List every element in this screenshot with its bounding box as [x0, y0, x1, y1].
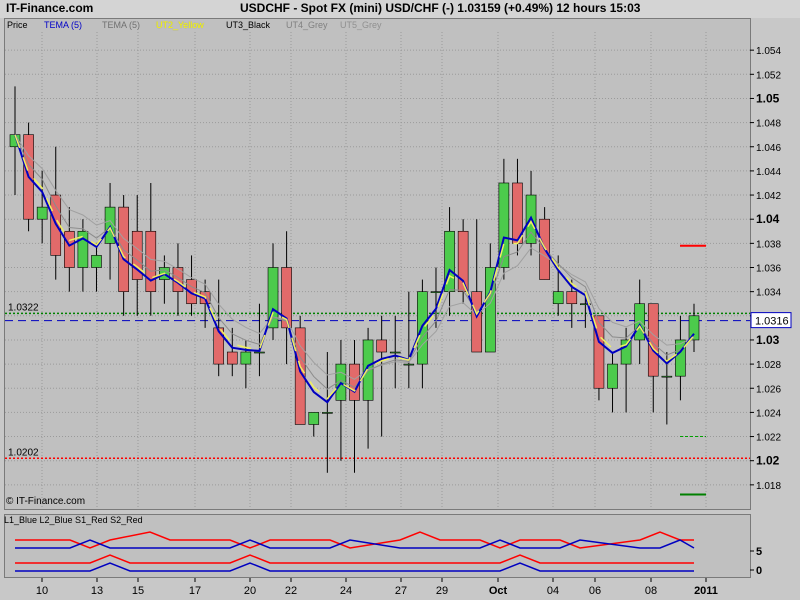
candle-body — [64, 230, 75, 268]
candle-body — [661, 375, 673, 378]
candle-body — [91, 255, 102, 268]
x-tick-label: 08 — [645, 585, 657, 597]
x-tick-label: 20 — [244, 585, 256, 597]
legend-item: UT5_Grey — [340, 20, 382, 30]
legend-item: UT3_Black — [226, 20, 271, 30]
candle-body — [322, 412, 333, 414]
candle-body — [145, 230, 157, 292]
candle-body — [349, 363, 360, 401]
candle-body — [471, 291, 483, 353]
x-tick-label: 29 — [436, 585, 448, 597]
legend-item: Price — [7, 20, 28, 30]
osc-blue-line — [15, 562, 694, 572]
x-tick-label: 13 — [91, 585, 103, 597]
y-tick-label: 1.038 — [756, 239, 781, 250]
candle-body — [362, 339, 374, 401]
osc-red-line — [15, 554, 694, 564]
candle-body — [389, 351, 401, 354]
level-label: 1.0322 — [8, 302, 39, 313]
candle-body — [403, 363, 415, 366]
candle-body — [634, 303, 645, 341]
y-tick-label: 1.024 — [756, 408, 781, 419]
y-tick-label: 1.054 — [756, 46, 781, 57]
y-tick-label: 1.044 — [756, 167, 781, 178]
x-tick-label: 24 — [340, 585, 352, 597]
x-tick-label: Oct — [489, 585, 508, 597]
legend-item: UT4_Grey — [286, 20, 328, 30]
y-tick-label: 1.036 — [756, 264, 781, 275]
candle-body — [688, 315, 700, 341]
indicator-legend: Price TEMA (5) TEMA (5) UT2_Yellow UT3_Black… — [4, 18, 750, 32]
y-tick-label: 1.05 — [756, 91, 780, 105]
legend-item: TEMA (5) — [102, 20, 141, 30]
x-tick-label: 06 — [589, 585, 601, 597]
y-tick-label: 1.028 — [756, 360, 781, 371]
candle-body — [607, 363, 618, 389]
candle-body — [647, 303, 659, 377]
candle-body — [308, 412, 320, 425]
y-tick-label: 1.03 — [756, 333, 780, 347]
y-tick-label: 1.02 — [756, 454, 780, 468]
y-tick-label: 1.034 — [756, 288, 781, 299]
x-tick-label: 27 — [395, 585, 407, 597]
osc-tick-label: 0 — [756, 565, 762, 577]
candle-body — [376, 339, 387, 353]
x-tick-label: 15 — [132, 585, 144, 597]
x-tick-label: 22 — [285, 585, 297, 597]
price-chart: 1.054 1.052 1.05 1.048 1.046 1.044 1.042 1.04 1.… — [5, 32, 792, 597]
legend-item: UT2_Yellow — [156, 20, 204, 30]
oscillator-legend: L1_Blue L2_Blue S1_Red S2_Red — [4, 515, 143, 525]
candle-body — [226, 351, 238, 365]
y-tick-label: 1.04 — [756, 212, 780, 226]
y-tick-label: 1.022 — [756, 433, 781, 444]
x-tick-label: 04 — [547, 585, 559, 597]
y-tick-label: 1.046 — [756, 143, 781, 154]
x-tick-label: 10 — [36, 585, 48, 597]
y-tick-label: 1.018 — [756, 481, 781, 492]
watermark: © IT-Finance.com — [6, 496, 86, 507]
y-tick-label: 1.048 — [756, 119, 781, 130]
osc-tick-label: 5 — [756, 546, 762, 558]
y-tick-label: 1.052 — [756, 70, 781, 81]
y-tick-label: 1.042 — [756, 191, 781, 202]
candle-body — [254, 351, 265, 354]
candle-body — [36, 206, 48, 220]
candle-body — [430, 291, 442, 293]
candle-body — [566, 291, 578, 305]
level-label: 1.0202 — [8, 447, 39, 458]
candle-body — [213, 327, 224, 365]
candle-body — [552, 291, 564, 305]
y-tick-label: 1.026 — [756, 384, 781, 395]
candle-body — [240, 351, 252, 365]
x-tick-label: 2011 — [694, 585, 718, 597]
current-price-label: 1.0316 — [755, 316, 789, 328]
legend-item: TEMA (5) — [44, 20, 83, 30]
x-tick-label: 17 — [189, 585, 201, 597]
